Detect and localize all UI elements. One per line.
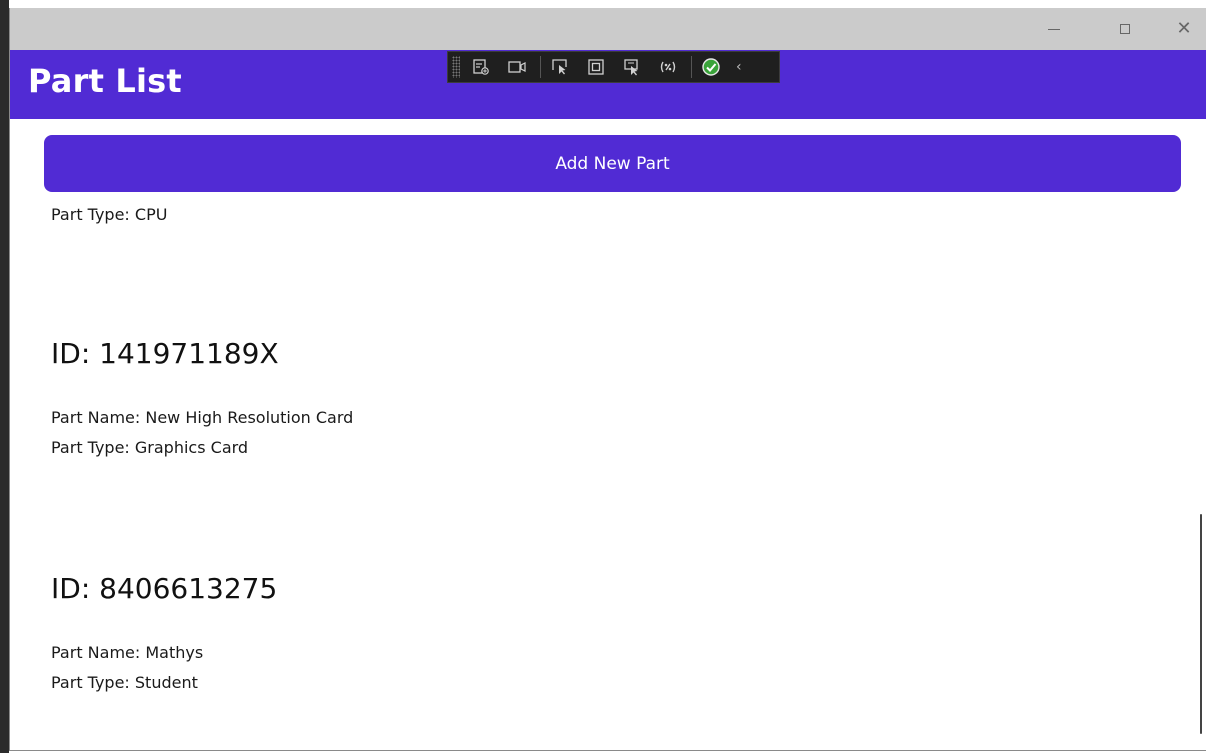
xaml-debug-toolbar: ‹ bbox=[447, 51, 780, 83]
add-new-part-button[interactable]: Add New Part bbox=[44, 135, 1181, 192]
title-bar[interactable]: ✕ bbox=[10, 8, 1206, 50]
maximize-button[interactable] bbox=[1102, 8, 1148, 50]
display-layout-adorners-icon bbox=[588, 59, 604, 75]
app-window: ✕ Part List ‹ Add New Part Part Type: CP… bbox=[9, 8, 1206, 751]
minimize-icon bbox=[1048, 28, 1060, 30]
collapse-toolbar-icon[interactable]: ‹ bbox=[736, 59, 742, 75]
parts-scroll-view[interactable]: Add New Part Part Type: CPU ID: 14197118… bbox=[10, 119, 1206, 750]
close-button[interactable]: ✕ bbox=[1161, 8, 1206, 50]
hot-reload-button[interactable] bbox=[655, 55, 681, 79]
minimize-button[interactable] bbox=[1031, 8, 1077, 50]
part-type: Part Type: Student bbox=[51, 673, 198, 692]
track-focused-element-button[interactable] bbox=[619, 55, 645, 79]
navigation-header: Part List ‹ bbox=[10, 50, 1206, 119]
binding-failures-button[interactable] bbox=[698, 55, 724, 79]
toolbar-separator bbox=[540, 56, 541, 78]
desktop-background-top bbox=[0, 0, 1207, 8]
close-icon: ✕ bbox=[1176, 18, 1192, 39]
toolbar-separator bbox=[691, 56, 692, 78]
partial-item-part-type: Part Type: CPU bbox=[51, 205, 168, 224]
vertical-scrollbar[interactable] bbox=[1200, 514, 1202, 734]
track-focused-element-icon bbox=[624, 59, 638, 76]
hot-reload-icon bbox=[660, 61, 676, 73]
record-icon bbox=[508, 61, 526, 73]
desktop-background-left bbox=[0, 0, 9, 753]
part-type: Part Type: Graphics Card bbox=[51, 438, 249, 457]
page-title: Part List bbox=[28, 62, 182, 100]
live-visual-tree-icon bbox=[473, 59, 489, 75]
select-element-icon bbox=[552, 59, 567, 75]
part-id: ID: 8406613275 bbox=[51, 572, 278, 605]
select-element-button[interactable] bbox=[547, 55, 573, 79]
part-name: Part Name: Mathys bbox=[51, 643, 204, 662]
part-id: ID: 141971189X bbox=[51, 337, 279, 370]
maximize-icon bbox=[1120, 24, 1130, 34]
live-visual-tree-button[interactable] bbox=[468, 55, 494, 79]
toolbar-grip[interactable] bbox=[452, 56, 460, 78]
display-layout-adorners-button[interactable] bbox=[583, 55, 609, 79]
part-name: Part Name: New High Resolution Card bbox=[51, 408, 354, 427]
record-button[interactable] bbox=[504, 55, 530, 79]
binding-failures-ok-icon bbox=[702, 58, 720, 76]
